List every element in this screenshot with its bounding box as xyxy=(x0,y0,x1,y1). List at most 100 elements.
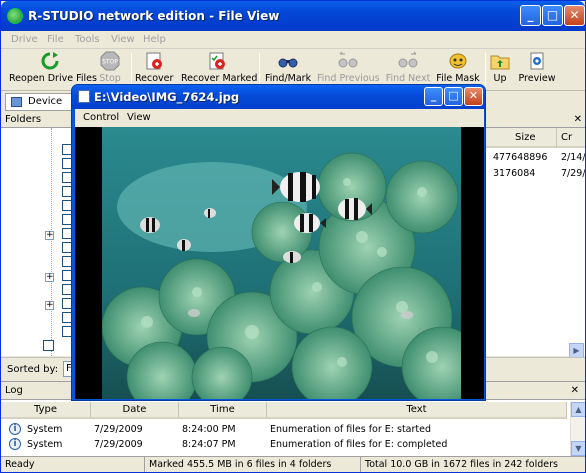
log-text-cell: Enumeration of files for E: started xyxy=(270,424,432,435)
sorted-by-label: Sorted by: xyxy=(7,364,59,375)
log-scrollbar[interactable]: ▲ ▼ xyxy=(570,402,585,456)
binoculars-prev-icon xyxy=(338,51,358,68)
file-size-cell: 3176084 xyxy=(493,168,536,179)
maximize-icon: □ xyxy=(546,8,559,22)
close-button[interactable]: ✕ xyxy=(564,5,585,26)
main-window: R-STUDIO network edition - File View _ □… xyxy=(0,0,586,473)
binoculars-icon xyxy=(278,58,298,68)
log-date-cell: 7/29/2009 xyxy=(94,424,143,435)
file-created-cell: 7/29/ xyxy=(561,168,586,179)
recover-icon xyxy=(146,52,162,70)
menu-bar: Drive File Tools View Help xyxy=(1,31,585,49)
scroll-up-button[interactable]: ▲ xyxy=(571,402,585,417)
folder-up-icon xyxy=(490,55,510,70)
minimize-icon: _ xyxy=(430,89,437,102)
toolbar-separator xyxy=(485,53,486,87)
title-bar: R-STUDIO network edition - File View _ □… xyxy=(1,1,585,31)
status-total: Total 10.0 GB in 1672 files in 242 folde… xyxy=(365,459,558,470)
menu-drive[interactable]: Drive xyxy=(11,31,38,49)
underwater-photo xyxy=(102,127,461,399)
maximize-icon: □ xyxy=(448,89,459,102)
reopen-label: Reopen Drive Files xyxy=(9,73,97,84)
preview-icon xyxy=(530,52,544,70)
stop-label: Stop xyxy=(99,73,121,84)
r-studio-app-icon xyxy=(7,8,23,24)
recover-marked-label: Recover Marked xyxy=(181,73,258,84)
file-list[interactable]: Size Cr 477648896 2/14/ 3176084 7/29/ ▶ xyxy=(485,128,586,358)
viewer-menu-bar: Control View xyxy=(75,109,484,127)
folders-panel-header: Folders xyxy=(1,112,77,128)
coral-reef-image xyxy=(102,127,461,399)
viewer-title-bar[interactable]: E:\Video\IMG_7624.jpg _ □ ✕ xyxy=(72,85,485,109)
file-mask-label: File Mask xyxy=(436,73,480,84)
viewer-menu-view[interactable]: View xyxy=(127,109,151,127)
log-type-cell: System xyxy=(27,424,63,435)
scroll-right-button[interactable]: ▶ xyxy=(569,343,584,358)
tree-checkbox[interactable] xyxy=(43,340,54,351)
minimize-icon: _ xyxy=(527,8,534,22)
reopen-icon xyxy=(41,52,59,70)
up-label: Up xyxy=(493,73,507,84)
viewer-close-button[interactable]: ✕ xyxy=(464,87,483,106)
log-time-cell: 8:24:07 PM xyxy=(182,439,236,450)
toolbar-separator xyxy=(259,53,260,87)
menu-tools[interactable]: Tools xyxy=(75,31,100,49)
status-bar: Ready Marked 455.5 MB in 6 files in 4 fo… xyxy=(1,456,585,472)
viewer-title: E:\Video\IMG_7624.jpg xyxy=(94,90,240,104)
file-mask-icon xyxy=(449,53,467,69)
info-icon: i xyxy=(9,423,21,435)
viewer-maximize-button[interactable]: □ xyxy=(444,87,463,106)
log-date-cell: 7/29/2009 xyxy=(94,439,143,450)
log-time-cell: 8:24:00 PM xyxy=(182,424,236,435)
svg-text:STOP: STOP xyxy=(102,59,118,66)
column-header-created[interactable]: Cr xyxy=(557,128,585,148)
log-title: Log xyxy=(5,385,23,396)
find-next-label: Find Next xyxy=(385,73,431,84)
file-created-cell: 2/14/ xyxy=(561,152,586,163)
status-marked: Marked 455.5 MB in 6 files in 4 folders xyxy=(145,457,361,472)
log-column-type[interactable]: Type xyxy=(1,402,91,419)
status-ready: Ready xyxy=(1,457,145,472)
tree-connector xyxy=(51,128,52,356)
menu-view[interactable]: View xyxy=(111,31,135,49)
column-header-size[interactable]: Size xyxy=(485,128,557,148)
stop-icon: STOP xyxy=(100,51,120,71)
menu-file[interactable]: File xyxy=(47,31,64,49)
log-text-cell: Enumeration of files for E: completed xyxy=(270,439,448,450)
viewer-menu-control[interactable]: Control xyxy=(83,109,119,127)
log-column-date[interactable]: Date xyxy=(91,402,179,419)
viewer-minimize-button[interactable]: _ xyxy=(424,87,443,106)
close-icon: ✕ xyxy=(569,8,580,22)
log-column-text[interactable]: Text xyxy=(267,402,567,419)
log-column-time[interactable]: Time xyxy=(179,402,267,419)
binoculars-next-icon xyxy=(398,51,418,68)
file-size-cell: 477648896 xyxy=(493,152,548,163)
maximize-button[interactable]: □ xyxy=(542,5,563,26)
window-title: R-STUDIO network edition - File View xyxy=(28,9,280,23)
file-list-close-icon[interactable]: ✕ xyxy=(574,112,582,127)
recover-label: Recover xyxy=(135,73,174,84)
info-icon: i xyxy=(9,438,21,450)
preview-label: Preview xyxy=(518,73,556,84)
device-view-icon xyxy=(11,97,22,107)
folders-title: Folders xyxy=(5,114,42,125)
tree-expand-icon[interactable]: + xyxy=(45,231,54,240)
tree-expand-icon[interactable]: + xyxy=(45,273,54,282)
device-view-tab[interactable]: Device vi xyxy=(5,93,75,123)
close-icon: ✕ xyxy=(468,89,479,102)
image-viewer-window[interactable]: E:\Video\IMG_7624.jpg _ □ ✕ Control View xyxy=(71,84,486,401)
scroll-down-button[interactable]: ▼ xyxy=(571,441,585,456)
log-close-icon[interactable]: ✕ xyxy=(571,382,579,399)
preview-button[interactable]: Preview xyxy=(517,51,557,89)
menu-help[interactable]: Help xyxy=(143,31,166,49)
up-button[interactable]: Up xyxy=(489,51,511,89)
toolbar-separator xyxy=(131,53,132,87)
minimize-button[interactable]: _ xyxy=(520,5,541,26)
find-mark-label: Find/Mark xyxy=(265,73,312,84)
find-previous-label: Find Previous xyxy=(317,73,380,84)
viewer-image-area xyxy=(75,127,484,399)
recover-marked-icon xyxy=(209,52,225,70)
tree-expand-icon[interactable]: + xyxy=(45,301,54,310)
log-type-cell: System xyxy=(27,439,63,450)
folder-tree[interactable]: + + + xyxy=(1,128,74,356)
